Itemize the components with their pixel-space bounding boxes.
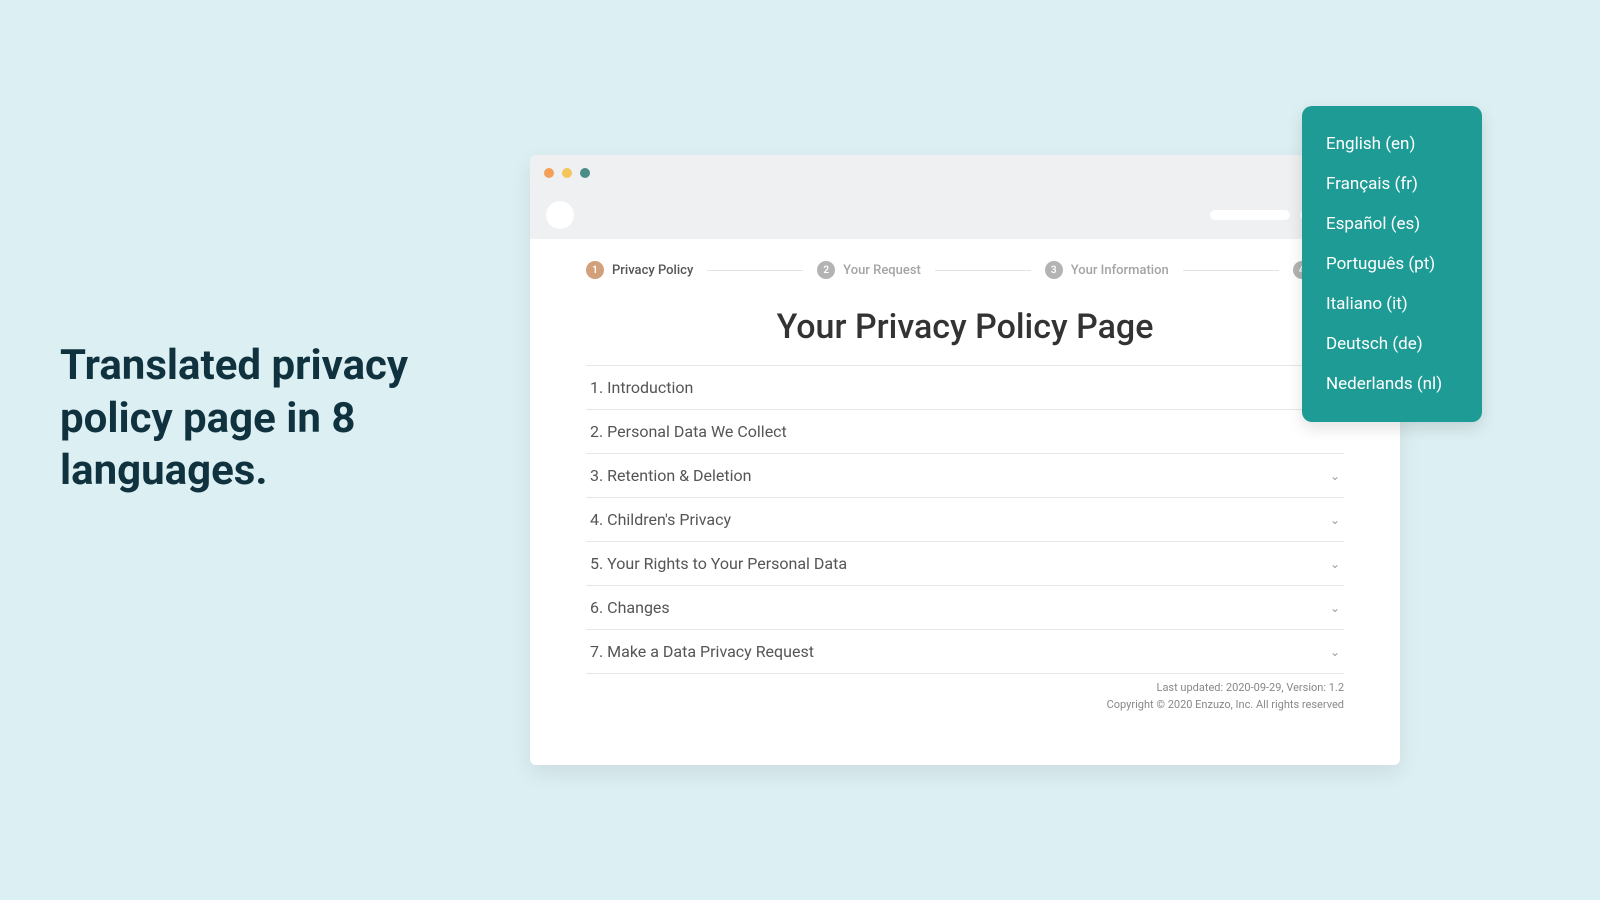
step-your-information[interactable]: 3 Your Information bbox=[1045, 261, 1169, 279]
footer: Last updated: 2020-09-29, Version: 1.2 C… bbox=[530, 674, 1400, 713]
progress-steps: 1 Privacy Policy 2 Your Request 3 Your I… bbox=[530, 239, 1400, 289]
step-connector bbox=[935, 270, 1031, 271]
chevron-down-icon: ⌄ bbox=[1330, 601, 1340, 615]
browser-window: 1 Privacy Policy 2 Your Request 3 Your I… bbox=[530, 155, 1400, 765]
section-label: 5. Your Rights to Your Personal Data bbox=[590, 554, 847, 573]
section-your-rights[interactable]: 5. Your Rights to Your Personal Data ⌄ bbox=[586, 542, 1344, 586]
step-number: 1 bbox=[586, 261, 604, 279]
step-your-request[interactable]: 2 Your Request bbox=[817, 261, 921, 279]
chevron-down-icon: ⌄ bbox=[1330, 557, 1340, 571]
step-label: Your Information bbox=[1071, 263, 1169, 278]
step-number: 3 bbox=[1045, 261, 1063, 279]
section-retention-deletion[interactable]: 3. Retention & Deletion ⌄ bbox=[586, 454, 1344, 498]
window-minimize-icon[interactable] bbox=[562, 168, 572, 178]
window-titlebar bbox=[530, 155, 1400, 191]
section-label: 3. Retention & Deletion bbox=[590, 466, 752, 485]
language-option-en[interactable]: English (en) bbox=[1312, 124, 1472, 164]
section-label: 4. Children's Privacy bbox=[590, 510, 731, 529]
chevron-down-icon: ⌄ bbox=[1330, 469, 1340, 483]
language-option-es[interactable]: Español (es) bbox=[1312, 204, 1472, 244]
section-childrens-privacy[interactable]: 4. Children's Privacy ⌄ bbox=[586, 498, 1344, 542]
section-label: 7. Make a Data Privacy Request bbox=[590, 642, 814, 661]
browser-toolbar bbox=[530, 191, 1400, 239]
step-label: Privacy Policy bbox=[612, 263, 693, 278]
language-option-pt[interactable]: Português (pt) bbox=[1312, 244, 1472, 284]
avatar[interactable] bbox=[546, 201, 574, 229]
section-label: 1. Introduction bbox=[590, 378, 693, 397]
toolbar-placeholder bbox=[1210, 210, 1290, 220]
language-option-nl[interactable]: Nederlands (nl) bbox=[1312, 364, 1472, 404]
language-menu[interactable]: English (en) Français (fr) Español (es) … bbox=[1302, 106, 1482, 422]
step-connector bbox=[1183, 270, 1279, 271]
section-label: 6. Changes bbox=[590, 598, 670, 617]
chevron-down-icon: ⌄ bbox=[1330, 513, 1340, 527]
language-option-de[interactable]: Deutsch (de) bbox=[1312, 324, 1472, 364]
language-option-it[interactable]: Italiano (it) bbox=[1312, 284, 1472, 324]
step-privacy-policy[interactable]: 1 Privacy Policy bbox=[586, 261, 693, 279]
marketing-headline: Translated privacy policy page in 8 lang… bbox=[60, 340, 480, 498]
copyright: Copyright © 2020 Enzuzo, Inc. All rights… bbox=[586, 697, 1344, 714]
section-data-request[interactable]: 7. Make a Data Privacy Request ⌄ bbox=[586, 630, 1344, 674]
window-maximize-icon[interactable] bbox=[580, 168, 590, 178]
window-close-icon[interactable] bbox=[544, 168, 554, 178]
step-connector bbox=[707, 270, 803, 271]
section-changes[interactable]: 6. Changes ⌄ bbox=[586, 586, 1344, 630]
language-option-fr[interactable]: Français (fr) bbox=[1312, 164, 1472, 204]
chevron-down-icon: ⌄ bbox=[1330, 645, 1340, 659]
section-personal-data[interactable]: 2. Personal Data We Collect ⌄ bbox=[586, 410, 1344, 454]
last-updated: Last updated: 2020-09-29, Version: 1.2 bbox=[586, 680, 1344, 697]
step-number: 2 bbox=[817, 261, 835, 279]
section-introduction[interactable]: 1. Introduction ⌄ bbox=[586, 365, 1344, 410]
step-label: Your Request bbox=[843, 263, 921, 278]
policy-sections: 1. Introduction ⌄ 2. Personal Data We Co… bbox=[530, 365, 1400, 674]
section-label: 2. Personal Data We Collect bbox=[590, 422, 787, 441]
page-title: Your Privacy Policy Page bbox=[530, 307, 1400, 347]
